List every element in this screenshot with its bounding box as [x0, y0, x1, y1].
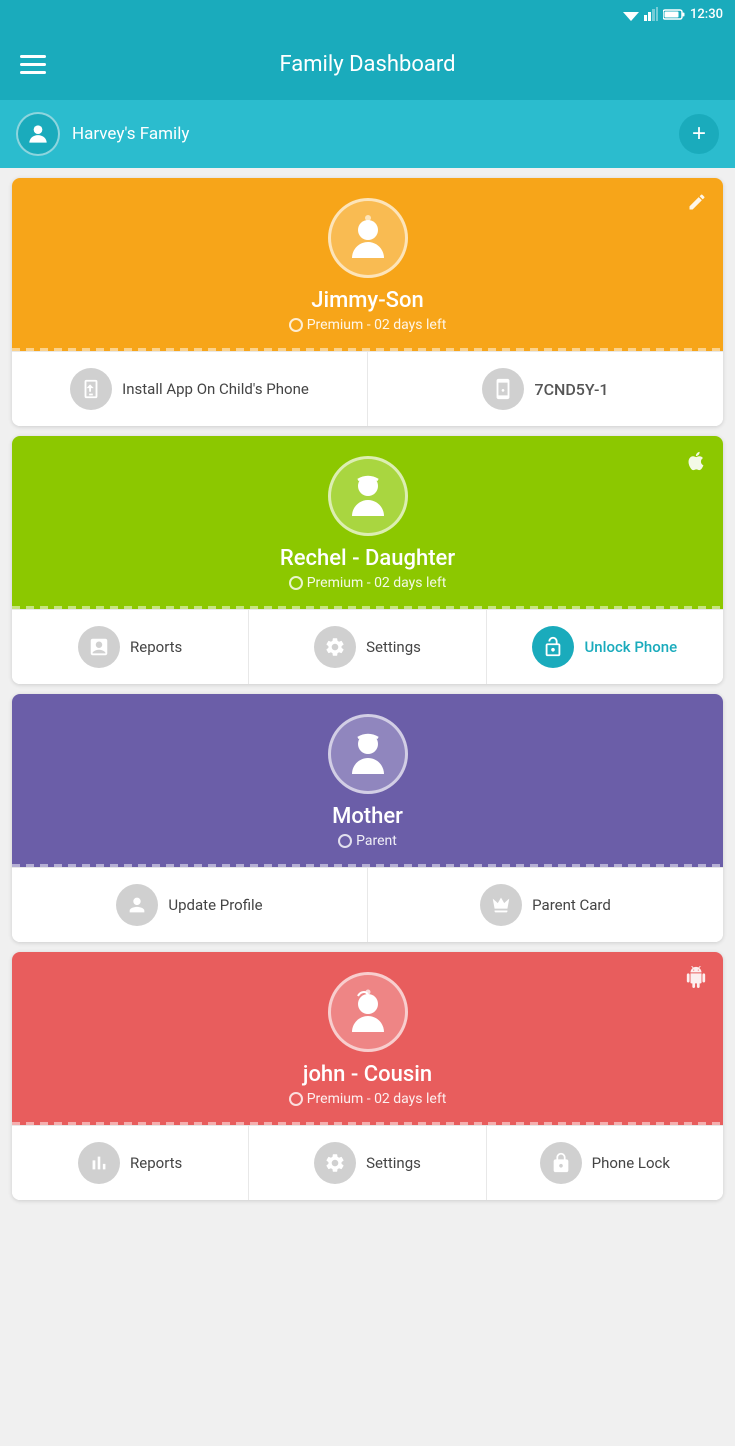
settings-rechel-button[interactable]: Settings: [249, 610, 486, 684]
cards-container: Jimmy-Son Premium - 02 days left Install…: [0, 168, 735, 1210]
settings-john-icon-circle: [314, 1142, 356, 1184]
settings-john-button[interactable]: Settings: [249, 1126, 486, 1200]
avatar-rechel: [328, 456, 408, 536]
edit-icon-jimmy[interactable]: [687, 192, 707, 217]
phone-lock-label: Phone Lock: [592, 1154, 670, 1172]
name-john: john - Cousin: [303, 1062, 432, 1087]
clock-icon-john: [289, 1092, 303, 1106]
top-nav: Family Dashboard: [0, 28, 735, 100]
clock-icon-mother: [338, 834, 352, 848]
status-jimmy: Premium - 02 days left: [289, 317, 447, 333]
signal-icon: [644, 7, 658, 21]
status-icons: 12:30: [623, 7, 723, 22]
member-card-jimmy: Jimmy-Son Premium - 02 days left Install…: [12, 178, 723, 426]
phone-lock-button[interactable]: Phone Lock: [487, 1126, 723, 1200]
menu-button[interactable]: [20, 55, 46, 74]
update-profile-label: Update Profile: [168, 896, 262, 914]
unlock-icon-circle: [532, 626, 574, 668]
family-header-bar: Harvey's Family +: [0, 100, 735, 168]
update-profile-button[interactable]: Update Profile: [12, 868, 368, 942]
parent-card-button[interactable]: Parent Card: [368, 868, 723, 942]
reports-john-label: Reports: [130, 1154, 182, 1172]
apple-icon: [685, 450, 707, 477]
status-mother: Parent: [338, 833, 397, 849]
code-icon-circle: [482, 368, 524, 410]
battery-icon: [663, 8, 685, 21]
phone-lock-icon-circle: [540, 1142, 582, 1184]
avatar-mother: [328, 714, 408, 794]
actions-jimmy: Install App On Child's Phone 7CND5Y-1: [12, 351, 723, 426]
status-rechel: Premium - 02 days left: [289, 575, 447, 591]
install-app-button[interactable]: Install App On Child's Phone: [12, 352, 368, 426]
name-mother: Mother: [332, 804, 403, 829]
reports-john-icon-circle: [78, 1142, 120, 1184]
settings-icon-circle: [314, 626, 356, 668]
status-bar: 12:30: [0, 0, 735, 28]
actions-rechel: Reports Settings Unlock Phone: [12, 609, 723, 684]
reports-john-button[interactable]: Reports: [12, 1126, 249, 1200]
member-card-john: john - Cousin Premium - 02 days left Rep…: [12, 952, 723, 1200]
card-header-mother: Mother Parent: [12, 694, 723, 867]
parent-card-label: Parent Card: [532, 896, 611, 914]
actions-john: Reports Settings Phone Lock: [12, 1125, 723, 1200]
card-header-jimmy: Jimmy-Son Premium - 02 days left: [12, 178, 723, 351]
settings-rechel-label: Settings: [366, 638, 421, 656]
install-app-label: Install App On Child's Phone: [122, 380, 309, 398]
reports-icon-circle: [78, 626, 120, 668]
family-left: Harvey's Family: [16, 112, 189, 156]
page-title: Family Dashboard: [279, 52, 455, 77]
clock-icon-rechel: [289, 576, 303, 590]
person-icon-circle: [116, 884, 158, 926]
actions-mother: Update Profile Parent Card: [12, 867, 723, 942]
wifi-icon: [623, 7, 639, 21]
settings-john-label: Settings: [366, 1154, 421, 1172]
family-name: Harvey's Family: [72, 124, 189, 144]
clock-icon-jimmy: [289, 318, 303, 332]
code-label: 7CND5Y-1: [534, 380, 608, 399]
android-icon: [685, 966, 707, 993]
unlock-phone-button[interactable]: Unlock Phone: [487, 610, 723, 684]
card-header-john: john - Cousin Premium - 02 days left: [12, 952, 723, 1125]
phone-app-icon-circle: [70, 368, 112, 410]
status-time: 12:30: [690, 7, 723, 22]
member-card-mother: Mother Parent Update Profile: [12, 694, 723, 942]
reports-rechel-label: Reports: [130, 638, 182, 656]
unlock-phone-label: Unlock Phone: [584, 638, 677, 656]
member-card-rechel: Rechel - Daughter Premium - 02 days left…: [12, 436, 723, 684]
card-header-rechel: Rechel - Daughter Premium - 02 days left: [12, 436, 723, 609]
avatar-john: [328, 972, 408, 1052]
add-member-button[interactable]: +: [679, 114, 719, 154]
avatar-jimmy: [328, 198, 408, 278]
status-john: Premium - 02 days left: [289, 1091, 447, 1107]
family-avatar: [16, 112, 60, 156]
reports-rechel-button[interactable]: Reports: [12, 610, 249, 684]
crown-icon-circle: [480, 884, 522, 926]
name-jimmy: Jimmy-Son: [311, 288, 423, 313]
code-button[interactable]: 7CND5Y-1: [368, 352, 723, 426]
name-rechel: Rechel - Daughter: [280, 546, 455, 571]
